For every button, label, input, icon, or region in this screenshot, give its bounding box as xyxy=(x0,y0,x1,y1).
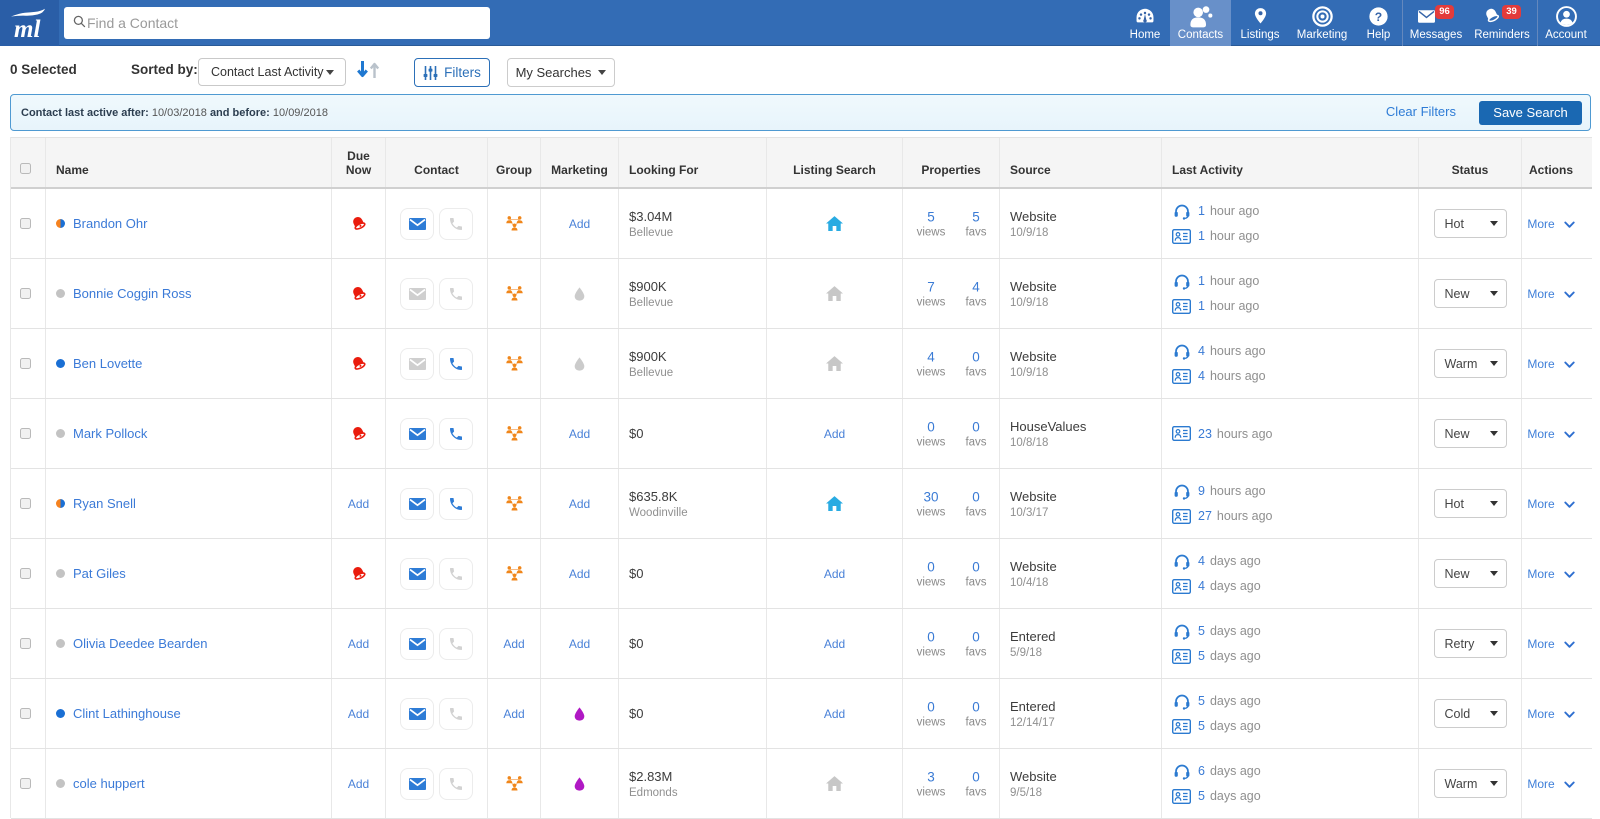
svg-text:?: ? xyxy=(1375,9,1382,23)
svg-text:ml: ml xyxy=(14,16,40,40)
